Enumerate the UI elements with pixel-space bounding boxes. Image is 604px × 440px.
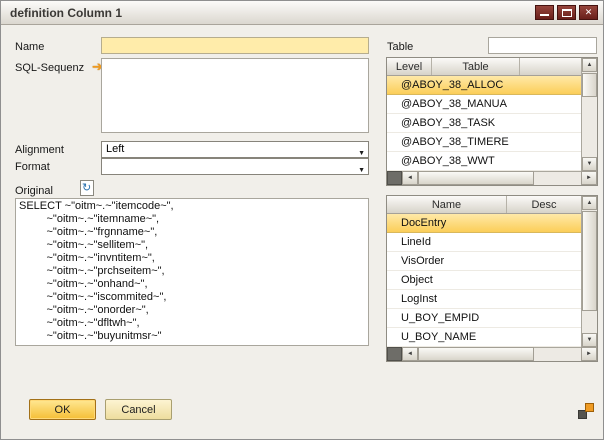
scroll-up-icon[interactable]: ▲ [582,58,597,72]
fields-grid: Name Desc DocEntry LineId VisOrder Objec… [386,195,598,362]
scroll-left-icon[interactable]: ◄ [402,171,418,185]
tables-grid: Level Table @ABOY_38_ALLOC @ABOY_38_MANU… [386,57,598,186]
name-input[interactable] [101,37,369,54]
fields-grid-header: Name Desc [387,196,581,214]
field-row[interactable]: LineId [387,233,581,252]
fields-grid-vscrollbar[interactable]: ▲ ▼ [581,196,597,347]
field-row[interactable]: DocEntry [387,214,581,233]
vscroll-thumb[interactable] [582,211,597,311]
scroll-left-icon[interactable]: ◄ [402,347,418,361]
fields-grid-header-desc[interactable]: Desc [507,196,581,213]
grid-corner-box [387,171,402,185]
titlebar[interactable]: definition Column 1 ✕ [1,1,603,25]
table-row[interactable]: @ABOY_38_TIMERE [387,133,581,152]
format-label: Format [15,161,50,173]
field-row[interactable]: U_BOY_EMPID [387,309,581,328]
tables-grid-body: @ABOY_38_ALLOC @ABOY_38_MANUA @ABOY_38_T… [387,76,581,171]
tables-grid-hscrollbar[interactable]: ◄ ► [387,171,597,185]
table-row[interactable]: @ABOY_38_WWT [387,152,581,171]
ok-button[interactable]: OK [29,399,96,420]
scroll-up-icon[interactable]: ▲ [582,196,597,210]
definition-column-dialog: definition Column 1 ✕ Name SQL-Sequenz ➔… [0,0,604,440]
field-row[interactable]: LogInst [387,290,581,309]
close-icon: ✕ [580,6,597,19]
minimize-icon [540,14,549,16]
tables-grid-header: Level Table [387,58,581,76]
scroll-down-icon[interactable]: ▼ [582,157,597,171]
fields-grid-header-name[interactable]: Name [387,196,507,213]
cancel-button[interactable]: Cancel [105,399,172,420]
field-row[interactable]: VisOrder [387,252,581,271]
fields-grid-hscrollbar[interactable]: ◄ ► [387,347,597,361]
tables-grid-header-level[interactable]: Level [387,58,432,75]
tables-grid-header-filler [520,58,581,75]
expand-form-orange-square [585,403,594,412]
alignment-value: Left [106,143,124,155]
maximize-icon [562,9,572,17]
table-search-input[interactable] [488,37,597,54]
alignment-select[interactable]: Left ▼ [101,141,369,158]
table-row[interactable]: @ABOY_38_MANUA [387,95,581,114]
expand-form-icon[interactable] [578,403,594,419]
minimize-button[interactable] [535,5,554,20]
scroll-right-icon[interactable]: ► [581,347,597,361]
original-sql-text[interactable]: SELECT ~"oitm~.~"itemcode~", ~"oitm~.~"i… [15,198,369,346]
alignment-label: Alignment [15,144,64,156]
hscroll-thumb[interactable] [418,347,534,361]
preview-document-icon[interactable]: ↻ [80,180,94,196]
grid-corner-box [387,347,402,361]
window-title: definition Column 1 [10,6,532,20]
format-select[interactable]: ▼ [101,158,369,175]
refresh-icon: ↻ [82,181,91,194]
tables-grid-vscrollbar[interactable]: ▲ ▼ [581,58,597,171]
sql-sequenz-label: SQL-Sequenz [15,62,84,74]
tables-grid-header-table[interactable]: Table [432,58,520,75]
scroll-right-icon[interactable]: ► [581,171,597,185]
scroll-down-icon[interactable]: ▼ [582,333,597,347]
fields-grid-body: DocEntry LineId VisOrder Object LogInst … [387,214,581,347]
table-row[interactable]: @ABOY_38_TASK [387,114,581,133]
name-label: Name [15,41,44,53]
table-row[interactable]: @ABOY_38_ALLOC [387,76,581,95]
field-row[interactable]: Object [387,271,581,290]
maximize-button[interactable] [557,5,576,20]
sql-sequenz-textarea[interactable] [101,58,369,133]
original-label: Original [15,185,53,197]
chevron-down-icon: ▼ [358,163,365,178]
vscroll-thumb[interactable] [582,73,597,97]
hscroll-thumb[interactable] [418,171,534,185]
table-label: Table [387,41,413,53]
close-button[interactable]: ✕ [579,5,598,20]
field-row[interactable]: U_BOY_NAME [387,328,581,347]
